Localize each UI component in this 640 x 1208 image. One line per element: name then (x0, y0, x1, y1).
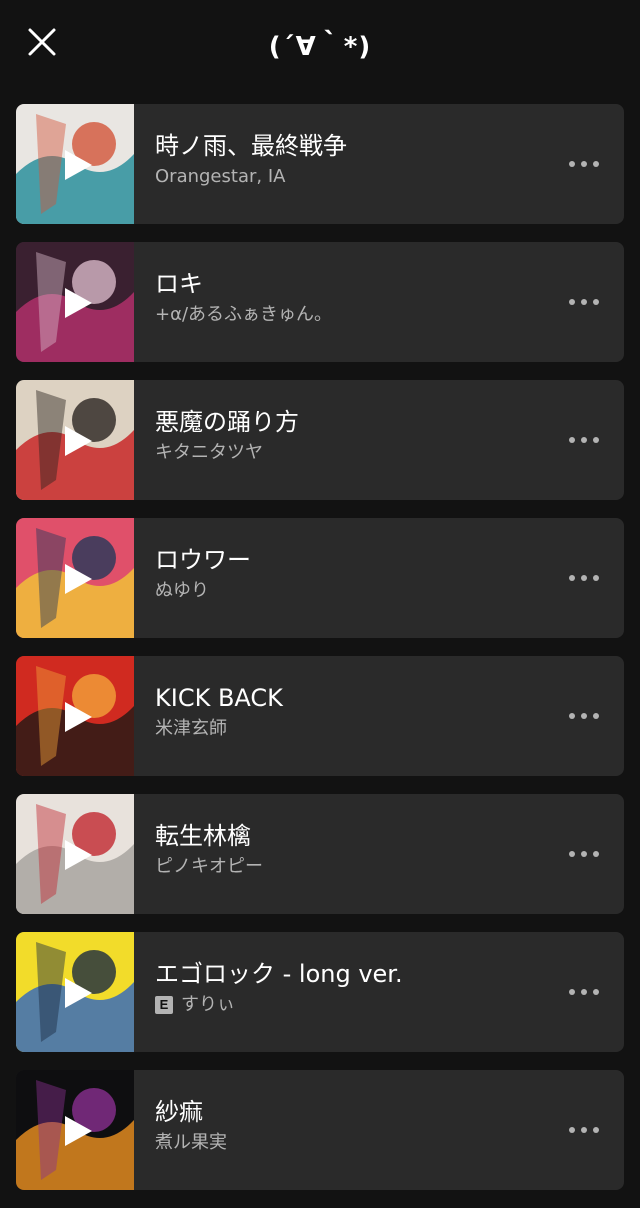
more-options-button[interactable] (568, 292, 600, 312)
more-options-icon (569, 161, 599, 167)
album-art[interactable] (16, 104, 134, 224)
track-list: 時ノ雨、最終戦争 Orangestar, IA ロキ +α/あるふぁきゅん。悪魔の踊り… (16, 104, 624, 1208)
track-row[interactable]: KICK BACK 米津玄師 (16, 656, 624, 776)
explicit-badge: E (155, 996, 173, 1014)
track-artist: すりぃ (181, 994, 235, 1015)
track-artist: 米津玄師 (155, 718, 227, 739)
track-artist-line: ピノキオピー (155, 854, 554, 880)
play-button[interactable] (62, 148, 94, 182)
play-icon (65, 702, 92, 732)
track-info: 紗痲 煮ル果実 (155, 1096, 554, 1156)
more-options-icon (569, 575, 599, 581)
more-options-button[interactable] (568, 568, 600, 588)
track-title: 悪魔の踊り方 (155, 408, 299, 436)
more-options-button[interactable] (568, 982, 600, 1002)
album-art[interactable] (16, 932, 134, 1052)
more-options-icon (569, 851, 599, 857)
album-art[interactable] (16, 242, 134, 362)
track-artist: Orangestar, IA (155, 166, 286, 187)
play-icon (65, 1116, 92, 1146)
track-title: 転生林檎 (155, 822, 251, 850)
track-artist: +α/あるふぁきゅん。 (155, 304, 333, 325)
play-icon (65, 288, 92, 318)
track-info: ロキ +α/あるふぁきゅん。 (155, 268, 554, 328)
track-info: エゴロック - long ver. E すりぃ (155, 958, 554, 1018)
track-artist-line: ぬゆり (155, 578, 554, 604)
album-art[interactable] (16, 794, 134, 914)
play-icon (65, 426, 92, 456)
play-button[interactable] (62, 838, 94, 872)
track-title: 紗痲 (155, 1098, 203, 1126)
track-row[interactable]: ロキ +α/あるふぁきゅん。 (16, 242, 624, 362)
play-icon (65, 840, 92, 870)
track-artist-line: 煮ル果実 (155, 1130, 554, 1156)
track-info: ロウワー ぬゆり (155, 544, 554, 604)
track-title: エゴロック - long ver. (155, 960, 403, 988)
track-row[interactable]: ロウワー ぬゆり (16, 518, 624, 638)
track-title: 時ノ雨、最終戦争 (155, 132, 347, 160)
play-icon (65, 150, 92, 180)
album-art[interactable] (16, 380, 134, 500)
play-icon (65, 978, 92, 1008)
more-options-icon (569, 713, 599, 719)
track-row[interactable]: 紗痲 煮ル果実 (16, 1070, 624, 1190)
track-artist-line: E すりぃ (155, 992, 554, 1018)
track-info: 悪魔の踊り方キタニタツヤ (155, 406, 554, 466)
track-title: KICK BACK (155, 684, 283, 712)
track-title: ロウワー (155, 546, 251, 574)
track-row[interactable]: 悪魔の踊り方キタニタツヤ (16, 380, 624, 500)
track-row[interactable]: 時ノ雨、最終戦争 Orangestar, IA (16, 104, 624, 224)
header: (´∀｀*) (0, 0, 640, 88)
track-info: 転生林檎ピノキオピー (155, 820, 554, 880)
more-options-button[interactable] (568, 844, 600, 864)
album-art[interactable] (16, 518, 134, 638)
more-options-icon (569, 299, 599, 305)
track-artist: ピノキオピー (155, 856, 263, 877)
track-artist-line: キタニタツヤ (155, 440, 554, 466)
album-art[interactable] (16, 656, 134, 776)
track-row[interactable]: 転生林檎ピノキオピー (16, 794, 624, 914)
track-artist-line: 米津玄師 (155, 716, 554, 742)
more-options-button[interactable] (568, 706, 600, 726)
track-info: KICK BACK 米津玄師 (155, 682, 554, 742)
track-info: 時ノ雨、最終戦争 Orangestar, IA (155, 130, 554, 190)
album-art[interactable] (16, 1070, 134, 1190)
more-options-button[interactable] (568, 154, 600, 174)
play-button[interactable] (62, 1114, 94, 1148)
more-options-button[interactable] (568, 1120, 600, 1140)
more-options-icon (569, 1127, 599, 1133)
page-title: (´∀｀*) (268, 32, 372, 62)
track-row[interactable]: エゴロック - long ver. E すりぃ (16, 932, 624, 1052)
track-artist: ぬゆり (155, 580, 209, 601)
play-button[interactable] (62, 562, 94, 596)
track-artist-line: Orangestar, IA (155, 164, 554, 190)
more-options-button[interactable] (568, 430, 600, 450)
more-options-icon (569, 437, 599, 443)
track-artist: 煮ル果実 (155, 1132, 227, 1153)
play-button[interactable] (62, 976, 94, 1010)
track-title: ロキ (155, 270, 203, 298)
track-artist: キタニタツヤ (155, 442, 263, 463)
track-artist-line: +α/あるふぁきゅん。 (155, 302, 554, 328)
play-button[interactable] (62, 286, 94, 320)
more-options-icon (569, 989, 599, 995)
play-button[interactable] (62, 700, 94, 734)
play-icon (65, 564, 92, 594)
play-button[interactable] (62, 424, 94, 458)
